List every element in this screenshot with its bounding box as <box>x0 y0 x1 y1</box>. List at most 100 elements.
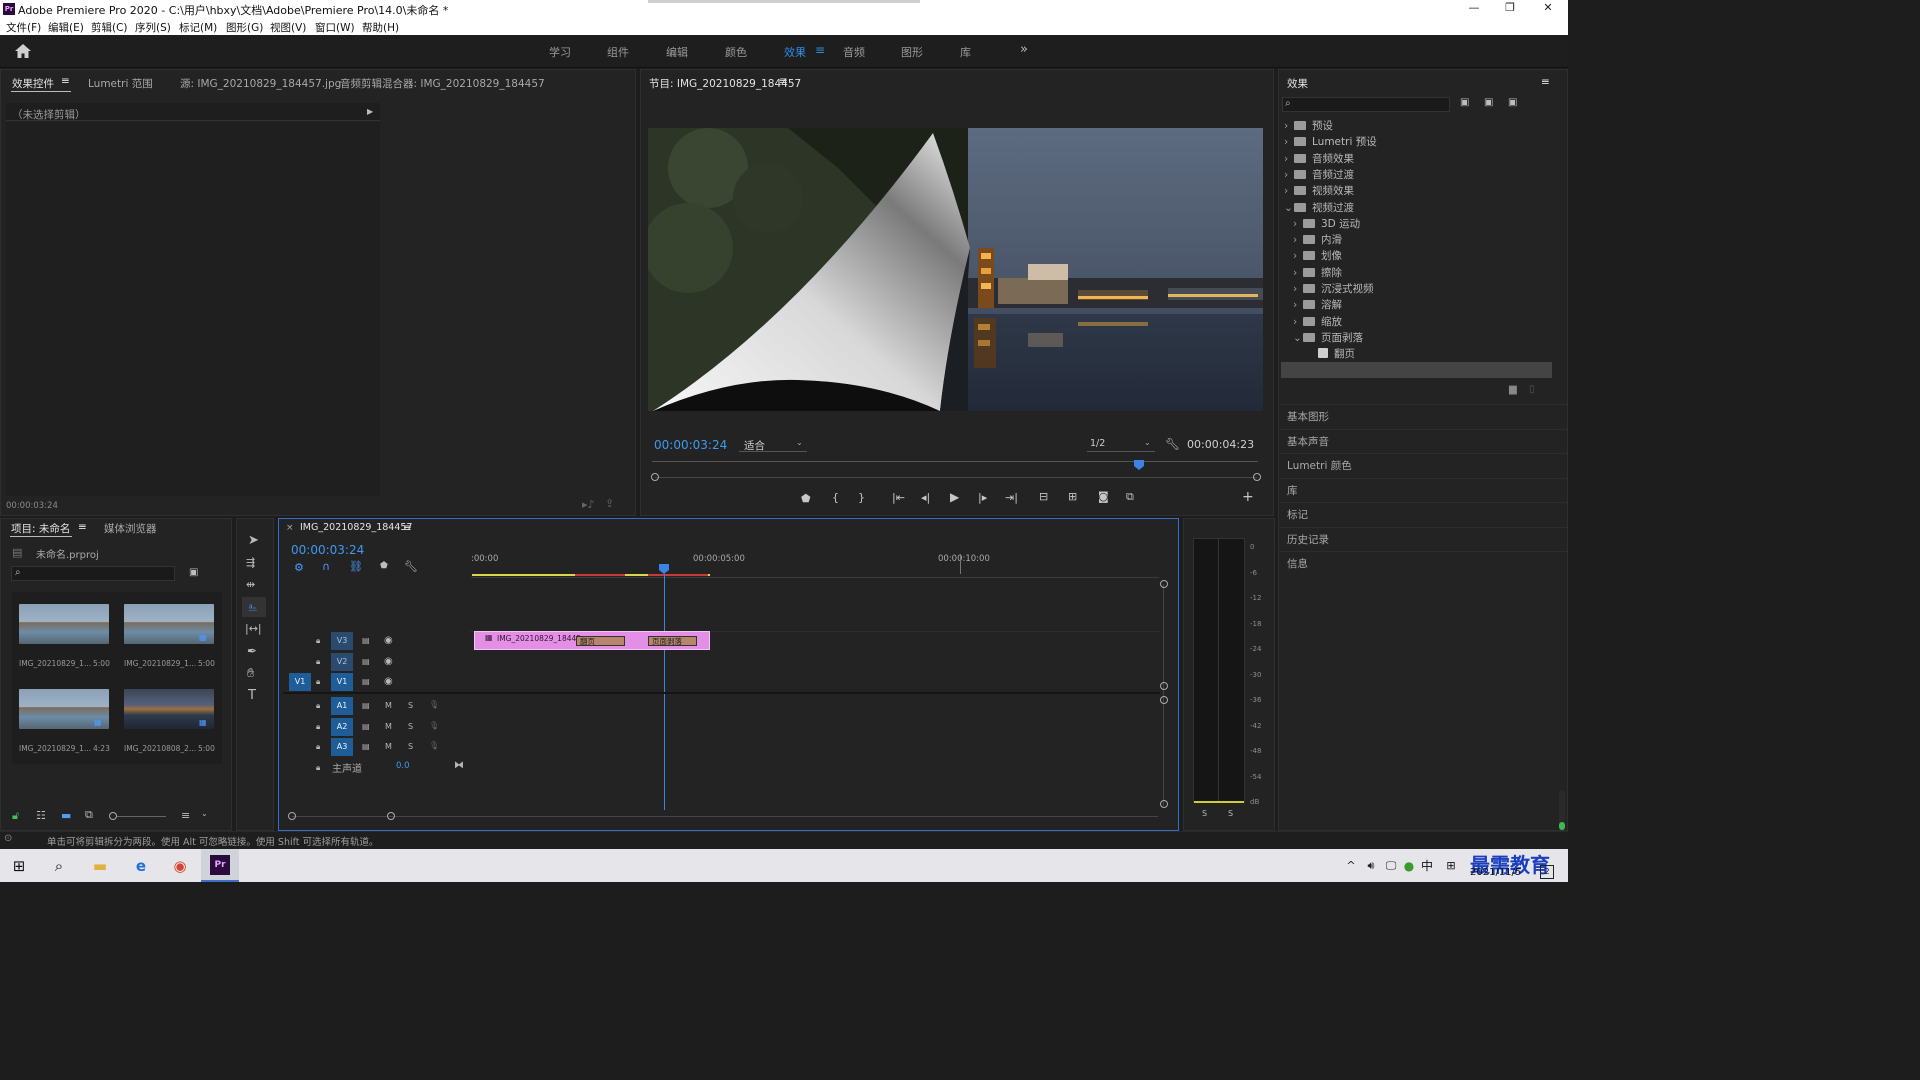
eye-icon[interactable]: ◉ <box>384 635 393 646</box>
effects-section-header[interactable]: 历史记录 <box>1279 526 1567 549</box>
effects-tree-item[interactable]: ⌄ 视频过渡 <box>1284 200 1354 215</box>
timeline-vertical-scrollbar[interactable] <box>1163 584 1164 806</box>
toggle-sync-lock-icon[interactable]: ▤ <box>362 657 370 666</box>
chevron-right-icon[interactable]: › <box>1293 316 1303 328</box>
minimize-button[interactable]: — <box>1456 1 1492 17</box>
toggle-sync-lock-icon[interactable]: ▤ <box>362 722 370 731</box>
compare-view-icon[interactable]: ⧉ <box>1126 490 1134 504</box>
tab-audio-clip-mixer[interactable]: 音频剪辑混合器: IMG_20210829_184457 <box>340 76 545 91</box>
effects-tree-item[interactable]: 翻页 <box>1318 346 1355 361</box>
tray-chevron-icon[interactable]: ^ <box>1340 855 1362 877</box>
add-button-icon[interactable]: + <box>1242 489 1254 505</box>
chevron-down-icon[interactable]: ⌄ <box>1293 332 1303 344</box>
go-to-end-icon[interactable]: ⧓ <box>454 760 464 771</box>
effects-tree-item[interactable]: › 音频效果 <box>1284 151 1354 166</box>
menu-help[interactable]: 帮助(H) <box>362 20 399 35</box>
razor-tool-icon[interactable]: ⎁ <box>248 601 258 613</box>
more-workspaces-icon[interactable]: » <box>1020 42 1028 57</box>
maximize-button[interactable]: ❐ <box>1492 1 1528 17</box>
track-lock-icon[interactable]: 🔒︎ <box>316 742 320 752</box>
chrome-icon[interactable]: ◉ <box>169 855 191 877</box>
menu-edit[interactable]: 编辑(E) <box>48 20 84 35</box>
effects-menu-icon[interactable]: ≡ <box>1541 76 1550 88</box>
project-search-input[interactable]: ⌕ <box>11 566 175 581</box>
toggle-sync-lock-icon[interactable]: ▤ <box>362 701 370 710</box>
delete-icon[interactable]: ▯ <box>1529 385 1535 395</box>
track-select-tool-icon[interactable]: ⇶ <box>246 557 255 568</box>
scroll-handle[interactable] <box>387 812 395 820</box>
track-lock-icon[interactable]: 🔒︎ <box>316 677 320 687</box>
chevron-right-icon[interactable]: › <box>1293 299 1303 311</box>
menu-view[interactable]: 视图(V) <box>270 20 306 35</box>
list-view-icon[interactable]: ☷ <box>36 810 46 821</box>
track-target-v2[interactable]: V2 <box>331 652 353 671</box>
ripple-edit-tool-icon[interactable]: ⇹ <box>246 579 255 590</box>
menu-graphics[interactable]: 图形(G) <box>226 20 263 35</box>
lock-icon[interactable]: 🔓︎ <box>12 810 19 821</box>
mute-button[interactable]: M <box>385 701 392 710</box>
step-back-icon[interactable]: ◂| <box>921 491 930 504</box>
scroll-handle[interactable] <box>1160 580 1168 588</box>
thumbnail-size-slider[interactable] <box>117 816 166 817</box>
effects-tree-item[interactable]: › 3D 运动 <box>1293 216 1360 231</box>
chevron-right-icon[interactable]: › <box>1293 234 1303 246</box>
edge-browser-icon[interactable]: e <box>130 855 152 877</box>
mark-out-icon[interactable]: } <box>858 491 865 504</box>
panel-menu-icon[interactable]: ≡ <box>61 75 70 87</box>
menu-window[interactable]: 窗口(W) <box>315 20 355 35</box>
effects-tree-item[interactable]: ⌄ 页面剥落 <box>1293 330 1363 345</box>
windows-start-icon[interactable]: ⊞ <box>8 855 30 877</box>
chevron-right-icon[interactable]: › <box>1284 153 1294 165</box>
effects-search-input[interactable]: ⌕ <box>1282 97 1450 112</box>
close-button[interactable]: ✕ <box>1530 1 1566 17</box>
chevron-right-icon[interactable]: › <box>1284 120 1294 132</box>
effects-section-header[interactable]: Lumetri 颜色 <box>1279 453 1567 475</box>
extract-icon[interactable]: ⊞ <box>1068 490 1077 503</box>
keyboard-icon[interactable]: ⊞ <box>1440 855 1462 877</box>
ime-indicator[interactable]: 中 <box>1416 855 1438 877</box>
fit-dropdown[interactable]: 适合 ⌄ <box>739 437 807 452</box>
project-menu-icon[interactable]: ≡ <box>78 521 87 533</box>
resolution-dropdown[interactable]: 1/2 ⌄ <box>1087 437 1155 452</box>
voice-over-icon[interactable]: 🎙︎ <box>429 721 439 730</box>
play-icon[interactable]: ▶ <box>950 490 959 504</box>
track-lock-icon[interactable]: 🔒︎ <box>316 722 320 732</box>
master-volume-value[interactable]: 0.0 <box>396 761 410 771</box>
scroll-thumb[interactable] <box>1559 822 1565 830</box>
menu-marker[interactable]: 标记(M) <box>179 20 217 35</box>
scroll-handle[interactable] <box>1160 800 1168 808</box>
lift-icon[interactable]: ⊟ <box>1039 490 1048 503</box>
wrench-icon[interactable]: 🔧︎ <box>404 561 418 572</box>
zoom-scrollbar[interactable] <box>655 477 1257 478</box>
scroll-handle[interactable] <box>288 812 296 820</box>
solo-button[interactable]: S <box>408 722 413 731</box>
track-target-a3[interactable]: A3 <box>331 738 353 756</box>
chevron-right-icon[interactable]: › <box>1293 250 1303 262</box>
solo-left-button[interactable]: S <box>1202 809 1207 818</box>
voice-over-icon[interactable]: 🎙︎ <box>429 741 439 750</box>
selection-tool-icon[interactable]: ➤ <box>248 534 259 547</box>
track-target-v1[interactable]: V1 <box>331 673 353 691</box>
effects-section-header[interactable]: 库 <box>1279 477 1567 500</box>
chevron-right-icon[interactable]: › <box>1293 267 1303 279</box>
timeline-horizontal-scrollbar[interactable] <box>292 816 1158 817</box>
chevron-down-icon[interactable]: ⌄ <box>1284 202 1294 214</box>
chevron-right-icon[interactable]: › <box>1284 136 1294 148</box>
file-explorer-icon[interactable]: ▬ <box>89 855 111 877</box>
tab-lumetri-scope[interactable]: Lumetri 范围 <box>88 76 153 91</box>
type-tool-icon[interactable]: T <box>248 689 256 702</box>
new-bin-icon[interactable]: ▣ <box>189 568 198 578</box>
effects-tree-item[interactable]: › 内滑 <box>1293 232 1342 247</box>
go-to-out-icon[interactable]: ⇥| <box>1005 491 1018 504</box>
new-bin-icon[interactable]: ▆ <box>1509 385 1517 395</box>
close-sequence-icon[interactable]: × <box>286 523 294 533</box>
track-target-a1[interactable]: A1 <box>331 697 353 715</box>
effects-tree-item[interactable]: › 划像 <box>1293 248 1342 263</box>
accelerated-effects-icon[interactable]: ▣ <box>1460 98 1469 108</box>
tab-project[interactable]: 项目: 未命名 <box>11 521 70 536</box>
solo-right-button[interactable]: S <box>1228 809 1233 818</box>
snap-icon[interactable]: ∩ <box>322 561 330 572</box>
effects-tree-item[interactable]: › 沉浸式视频 <box>1293 281 1374 296</box>
effects-tree-item[interactable]: › 预设 <box>1284 118 1333 133</box>
workspace-libraries[interactable]: 库 <box>960 44 971 60</box>
